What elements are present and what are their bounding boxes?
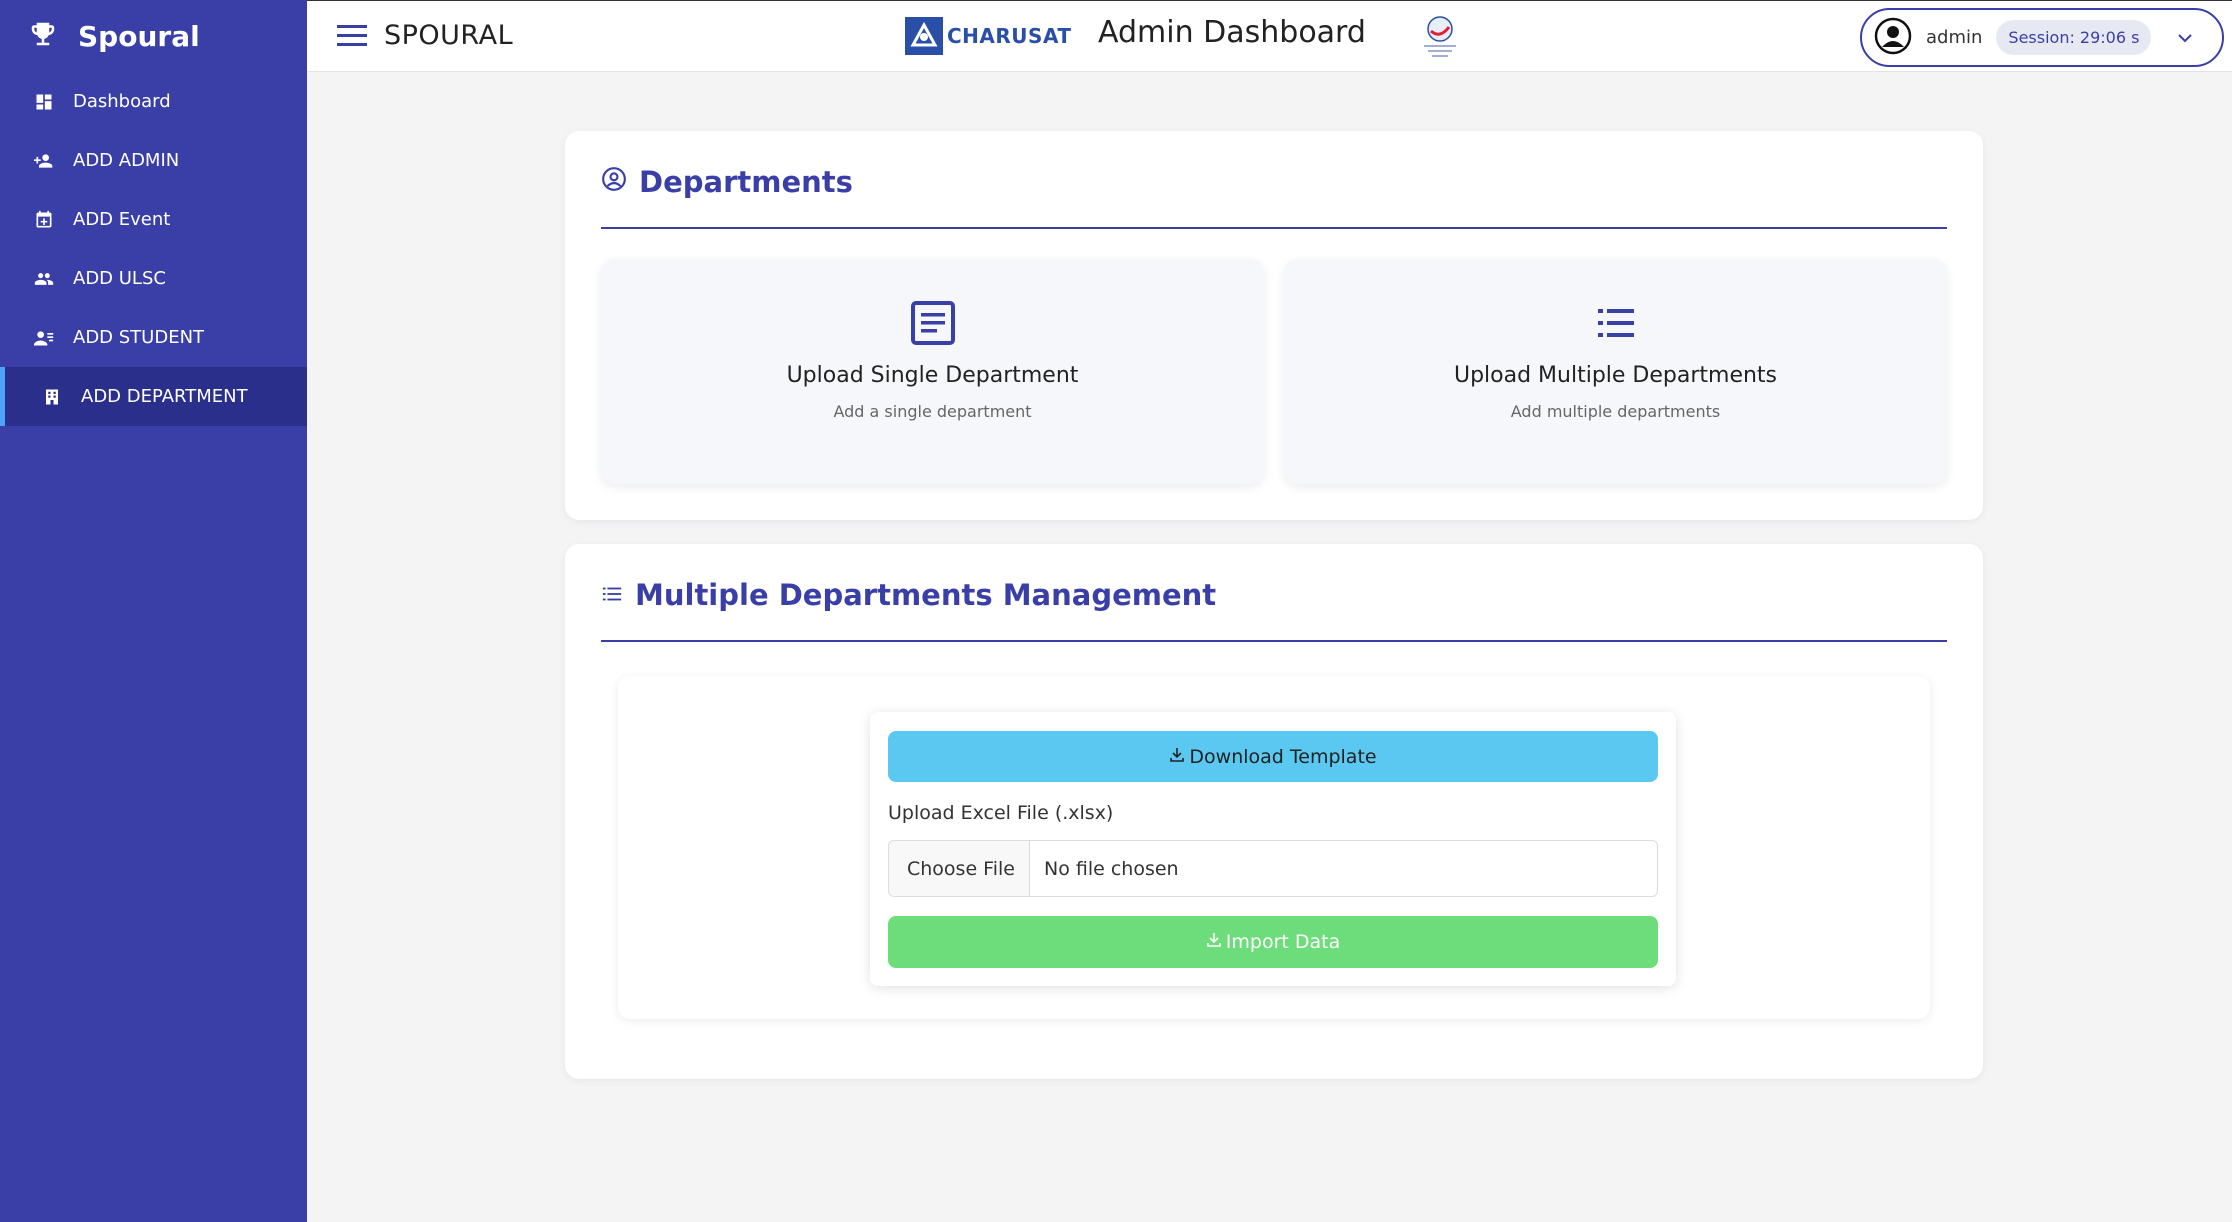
charusat-logo: CHARUSAT (905, 17, 1072, 55)
charusat-text: CHARUSAT (947, 24, 1072, 48)
import-panel: Download Template Upload Excel File (.xl… (618, 676, 1930, 1019)
top-header: SPOURAL CHARUSAT Admin Dashboard admin S… (307, 0, 2232, 72)
dashboard-icon (33, 91, 55, 113)
sidebar-item-label: ADD ULSC (73, 268, 166, 289)
download-template-button[interactable]: Download Template (888, 731, 1658, 782)
no-file-chosen-text: No file chosen (1043, 857, 1179, 880)
sidebar-item-dashboard[interactable]: Dashboard (0, 72, 307, 131)
user-name: admin (1926, 27, 1983, 48)
sidebar-item-add-student[interactable]: ADD STUDENT (0, 308, 307, 367)
upload-multiple-departments-tile[interactable]: Upload Multiple Departments Add multiple… (1284, 259, 1947, 484)
add-person-icon (33, 150, 55, 172)
list-icon (1592, 299, 1640, 347)
article-icon (909, 299, 957, 347)
excel-file-input[interactable]: Choose File No file chosen (888, 840, 1658, 897)
brand-title: Spoural (78, 19, 200, 53)
user-menu[interactable]: admin Session: 29:06 s (1860, 8, 2224, 67)
sidebar-item-label: ADD DEPARTMENT (81, 386, 248, 407)
tile-subtitle: Add multiple departments (1510, 402, 1721, 421)
session-badge: Session: 29:06 s (1996, 20, 2152, 55)
sidebar-item-add-admin[interactable]: ADD ADMIN (0, 131, 307, 190)
departments-divider (601, 227, 1947, 229)
departments-card: Departments Upload Single Department Add… (565, 131, 1983, 520)
departments-heading-text: Departments (639, 165, 853, 199)
trophy-icon (28, 19, 58, 53)
avatar-icon (1874, 17, 1912, 59)
building-icon (41, 386, 63, 408)
sidebar-item-label: Dashboard (73, 91, 171, 112)
sidebar-item-label: ADD STUDENT (73, 327, 205, 348)
tile-title: Upload Multiple Departments (1453, 363, 1778, 388)
sidebar: Spoural Dashboard ADD ADMIN ADD Event AD… (0, 0, 307, 1222)
tile-title: Upload Single Department (786, 363, 1079, 388)
multi-departments-card: Multiple Departments Management Download… (565, 544, 1983, 1079)
group-icon (33, 268, 55, 290)
account-circle-icon (601, 165, 627, 199)
tile-subtitle: Add a single department (833, 402, 1032, 421)
ulsc-logo-icon (1418, 13, 1462, 65)
sidebar-item-label: ADD ADMIN (73, 150, 180, 171)
upload-single-department-tile[interactable]: Upload Single Department Add a single de… (601, 259, 1264, 484)
download-icon (1206, 931, 1222, 953)
download-icon (1169, 746, 1185, 768)
multi-heading: Multiple Departments Management (601, 578, 1216, 612)
menu-icon[interactable] (337, 23, 369, 51)
choose-file-button[interactable]: Choose File (889, 841, 1030, 896)
upload-excel-label: Upload Excel File (.xlsx) (888, 802, 1114, 824)
multi-heading-text: Multiple Departments Management (635, 578, 1217, 612)
page-title: Admin Dashboard (1098, 15, 1366, 50)
download-template-label: Download Template (1189, 745, 1377, 768)
multi-divider (601, 640, 1947, 642)
person-list-icon (33, 327, 55, 349)
brand[interactable]: Spoural (0, 0, 307, 72)
departments-heading: Departments (601, 165, 853, 199)
sidebar-item-add-event[interactable]: ADD Event (0, 190, 307, 249)
import-data-label: Import Data (1225, 931, 1341, 953)
app-name: SPOURAL (384, 20, 514, 51)
sidebar-item-add-department[interactable]: ADD DEPARTMENT (0, 367, 307, 426)
list-icon (601, 578, 623, 612)
sidebar-item-add-ulsc[interactable]: ADD ULSC (0, 249, 307, 308)
import-form: Download Template Upload Excel File (.xl… (870, 712, 1676, 986)
chevron-down-icon[interactable] (2177, 28, 2193, 47)
import-data-button[interactable]: Import Data (888, 916, 1658, 968)
sidebar-item-label: ADD Event (73, 209, 171, 230)
calendar-add-icon (33, 209, 55, 231)
